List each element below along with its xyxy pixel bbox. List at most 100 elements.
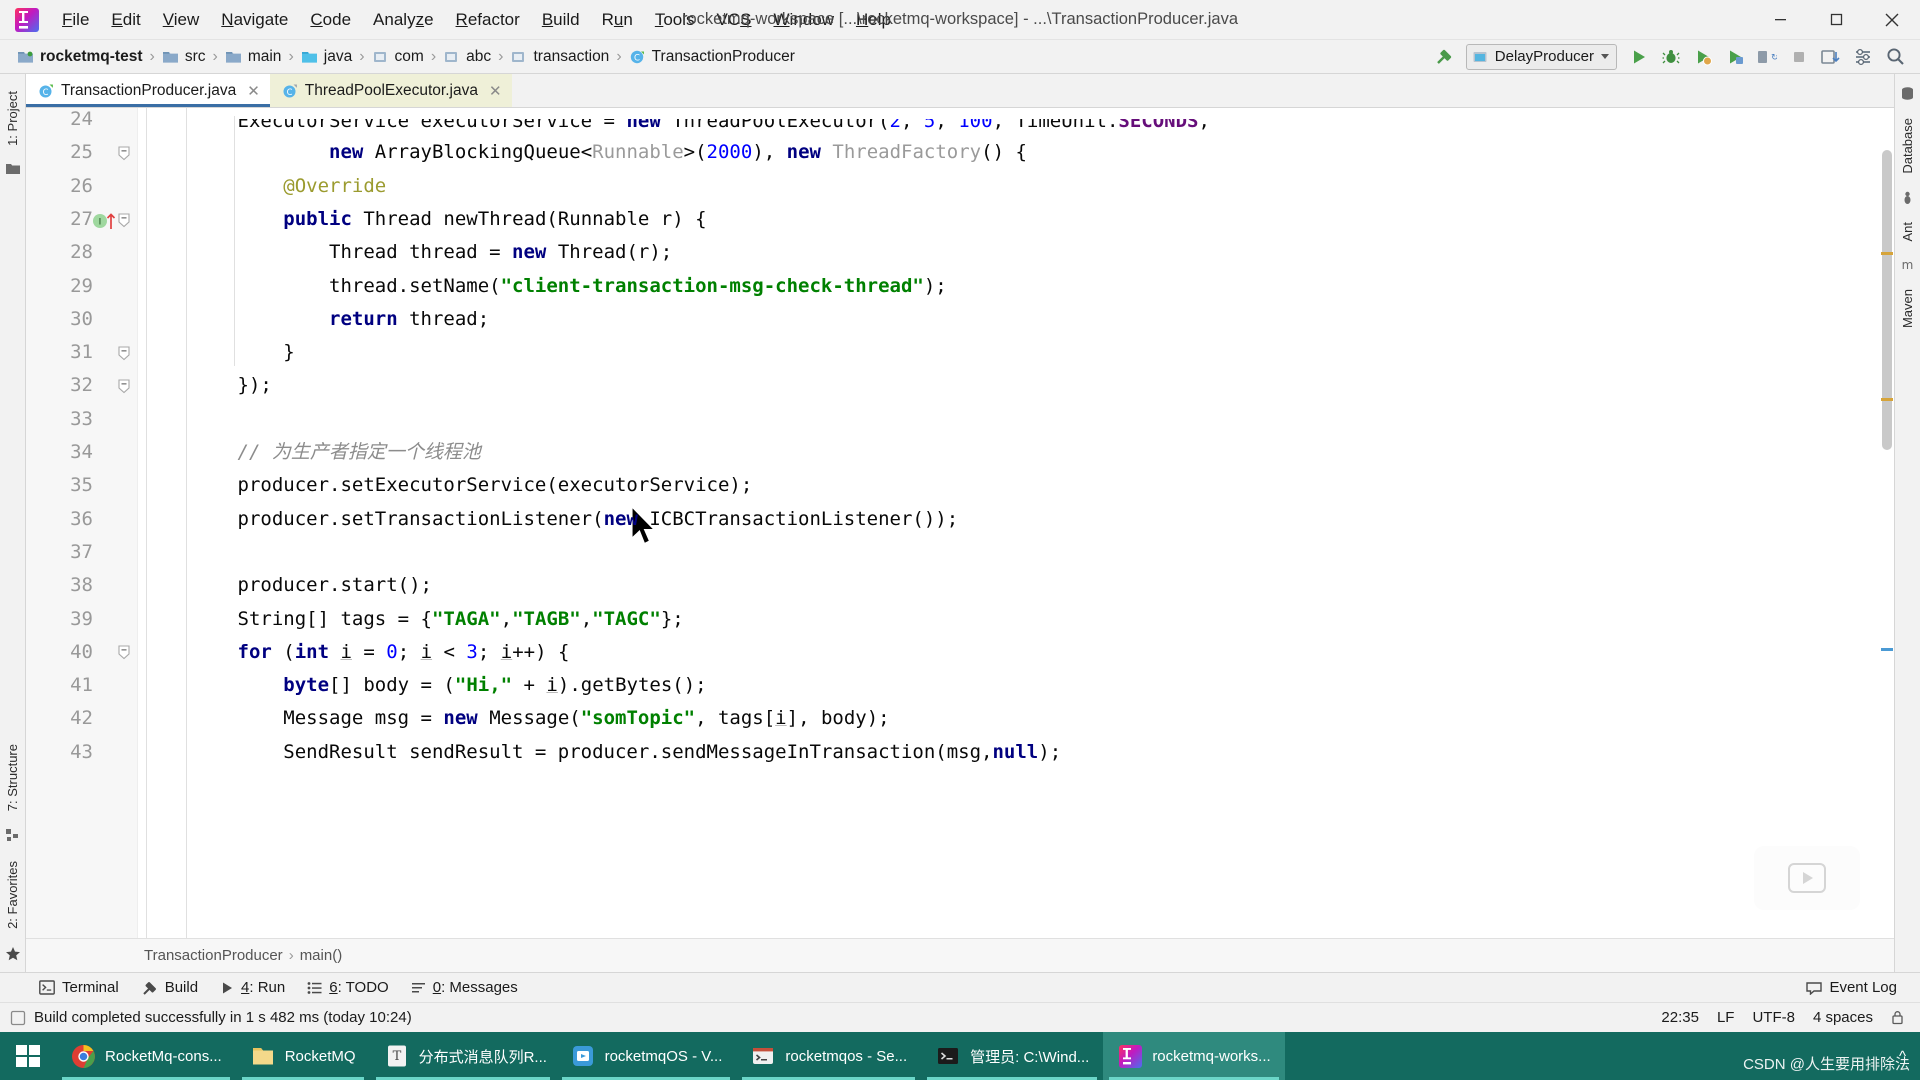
taskbar-item-rocketmq-folder[interactable]: RocketMQ: [236, 1032, 370, 1080]
maven-strip-icon[interactable]: m: [1900, 257, 1916, 273]
run-with-coverage-button[interactable]: [1688, 43, 1718, 71]
menu-tools[interactable]: Tools: [645, 5, 705, 35]
toolwindow-run[interactable]: 4: Run: [211, 976, 294, 999]
menu-vcs[interactable]: VCS: [707, 5, 762, 35]
toolwindow-terminal[interactable]: Terminal: [30, 976, 128, 999]
menu-run[interactable]: Run: [592, 5, 643, 35]
attach-debugger-button[interactable]: ↻: [1752, 43, 1782, 71]
build-project-button[interactable]: [1429, 43, 1459, 71]
event-log-button[interactable]: Event Log: [1797, 976, 1906, 999]
code-line[interactable]: Thread thread = new Thread(r);: [138, 236, 1894, 269]
code-line[interactable]: });: [138, 369, 1894, 402]
sidebar-item-ant[interactable]: Ant: [1899, 219, 1916, 245]
run-button[interactable]: [1624, 43, 1654, 71]
settings-button[interactable]: [1848, 43, 1878, 71]
close-button[interactable]: [1864, 0, 1920, 40]
code-line[interactable]: [138, 403, 1894, 436]
code-line[interactable]: // 为生产者指定一个线程池: [138, 436, 1894, 469]
taskbar-item-xshell[interactable]: rocketmqos - Se...: [736, 1032, 921, 1080]
code-line[interactable]: producer.start();: [138, 569, 1894, 602]
indent-setting[interactable]: 4 spaces: [1813, 1009, 1873, 1026]
breadcrumb-method[interactable]: main(): [300, 947, 343, 964]
code-line[interactable]: producer.setExecutorService(executorServ…: [138, 469, 1894, 502]
breadcrumb-item-com[interactable]: com: [369, 46, 427, 68]
code-line[interactable]: return thread;: [138, 303, 1894, 336]
search-everywhere-button[interactable]: [1880, 43, 1910, 71]
code-line[interactable]: @Override: [138, 170, 1894, 203]
toolwindow-todo[interactable]: 6: TODO: [298, 976, 397, 999]
menu-navigate[interactable]: Navigate: [211, 5, 298, 35]
sidebar-item-favorites[interactable]: 2: Favorites: [4, 858, 21, 932]
code-text-area[interactable]: ExecutorService executorService = new Th…: [138, 108, 1894, 938]
maximize-button[interactable]: [1808, 0, 1864, 40]
file-encoding[interactable]: UTF-8: [1752, 1009, 1795, 1026]
code-line[interactable]: ExecutorService executorService = new Th…: [138, 119, 1894, 138]
code-line[interactable]: thread.setName("client-transaction-msg-c…: [138, 270, 1894, 303]
taskbar-item-typora[interactable]: T 分布式消息队列R...: [370, 1032, 556, 1080]
menu-view[interactable]: View: [153, 5, 210, 35]
windows-start-icon[interactable]: [0, 1032, 56, 1080]
sidebar-item-structure[interactable]: 7: Structure: [4, 741, 21, 814]
structure-icon[interactable]: [5, 828, 21, 844]
fold-expanded-icon[interactable]: [115, 636, 133, 669]
fold-end-icon[interactable]: [115, 336, 133, 369]
breadcrumb-item-class[interactable]: C TransactionProducer: [626, 46, 798, 68]
fold-end-icon[interactable]: [115, 136, 133, 169]
code-editor[interactable]: 24 25 26 27 I 28 29 30 31 32 33 34 35 36 37 38 39 40 41 42 4…: [26, 108, 1894, 938]
fold-end-icon[interactable]: [115, 203, 133, 236]
star-icon[interactable]: [5, 946, 21, 962]
stop-button[interactable]: [1784, 43, 1814, 71]
debug-button[interactable]: [1656, 43, 1686, 71]
sidebar-item-database[interactable]: Database: [1899, 115, 1916, 177]
menu-help[interactable]: Help: [846, 5, 901, 35]
minimize-button[interactable]: [1752, 0, 1808, 40]
ant-strip-icon[interactable]: [1900, 190, 1916, 206]
code-line[interactable]: producer.setTransactionListener(new ICBC…: [138, 503, 1894, 536]
menu-window[interactable]: Window: [764, 5, 844, 35]
breadcrumb-item-java[interactable]: java: [298, 46, 355, 68]
lock-icon[interactable]: [1891, 1010, 1904, 1025]
code-line[interactable]: Message msg = new Message("somTopic", ta…: [138, 702, 1894, 735]
breadcrumb-class[interactable]: TransactionProducer: [144, 947, 283, 964]
breadcrumb-item-module[interactable]: rocketmq-test: [14, 46, 146, 68]
menu-file[interactable]: File: [52, 5, 99, 35]
code-line[interactable]: public Thread newThread(Runnable r) {: [138, 203, 1894, 236]
breadcrumb-item-transaction[interactable]: transaction: [507, 46, 612, 68]
caret-position[interactable]: 22:35: [1661, 1009, 1699, 1026]
toolwindow-build[interactable]: Build: [132, 976, 207, 999]
code-line[interactable]: }: [138, 336, 1894, 369]
database-strip-icon[interactable]: [1900, 86, 1916, 102]
run-configuration-selector[interactable]: DelayProducer: [1465, 43, 1617, 70]
menu-code[interactable]: Code: [300, 5, 361, 35]
update-button[interactable]: [1816, 43, 1846, 71]
breadcrumb-item-abc[interactable]: abc: [440, 46, 494, 68]
code-line[interactable]: byte[] body = ("Hi," + i).getBytes();: [138, 669, 1894, 702]
editor-gutter[interactable]: 24 25 26 27 I 28 29 30 31 32 33 34 35 36 37 38 39 40 41 42 4…: [26, 108, 138, 938]
taskbar-item-chrome[interactable]: RocketMq-cons...: [56, 1032, 236, 1080]
taskbar-item-vmware[interactable]: rocketmqOS - V...: [556, 1032, 737, 1080]
code-line[interactable]: String[] tags = {"TAGA","TAGB","TAGC"};: [138, 603, 1894, 636]
sidebar-item-project[interactable]: 1: Project: [4, 88, 21, 149]
menu-build[interactable]: Build: [532, 5, 590, 35]
code-line[interactable]: for (int i = 0; i < 3; i++) {: [138, 636, 1894, 669]
code-line[interactable]: SendResult sendResult = producer.sendMes…: [138, 736, 1894, 769]
close-icon[interactable]: ✕: [247, 82, 260, 100]
line-separator[interactable]: LF: [1717, 1009, 1735, 1026]
code-line[interactable]: new ArrayBlockingQueue<Runnable>(2000), …: [138, 136, 1894, 169]
menu-analyze[interactable]: Analyze: [363, 5, 444, 35]
project-files-icon[interactable]: [5, 161, 21, 177]
breadcrumb-item-src[interactable]: src: [159, 46, 209, 68]
tab-transaction-producer[interactable]: C TransactionProducer.java ✕: [26, 74, 270, 107]
code-line[interactable]: [138, 536, 1894, 569]
fold-end-icon[interactable]: [115, 369, 133, 402]
sidebar-item-maven[interactable]: Maven: [1899, 286, 1916, 331]
profile-button[interactable]: [1720, 43, 1750, 71]
menu-edit[interactable]: Edit: [101, 5, 150, 35]
menu-refactor[interactable]: Refactor: [446, 5, 530, 35]
taskbar-item-cmd[interactable]: 管理员: C:\Wind...: [921, 1032, 1103, 1080]
taskbar-item-idea[interactable]: rocketmq-works...: [1103, 1032, 1285, 1080]
close-icon[interactable]: ✕: [489, 82, 502, 100]
tab-thread-pool-executor[interactable]: C ThreadPoolExecutor.java ✕: [269, 74, 512, 107]
breadcrumb-item-main[interactable]: main: [222, 46, 285, 68]
toolwindow-messages[interactable]: 0: Messages: [402, 976, 527, 999]
